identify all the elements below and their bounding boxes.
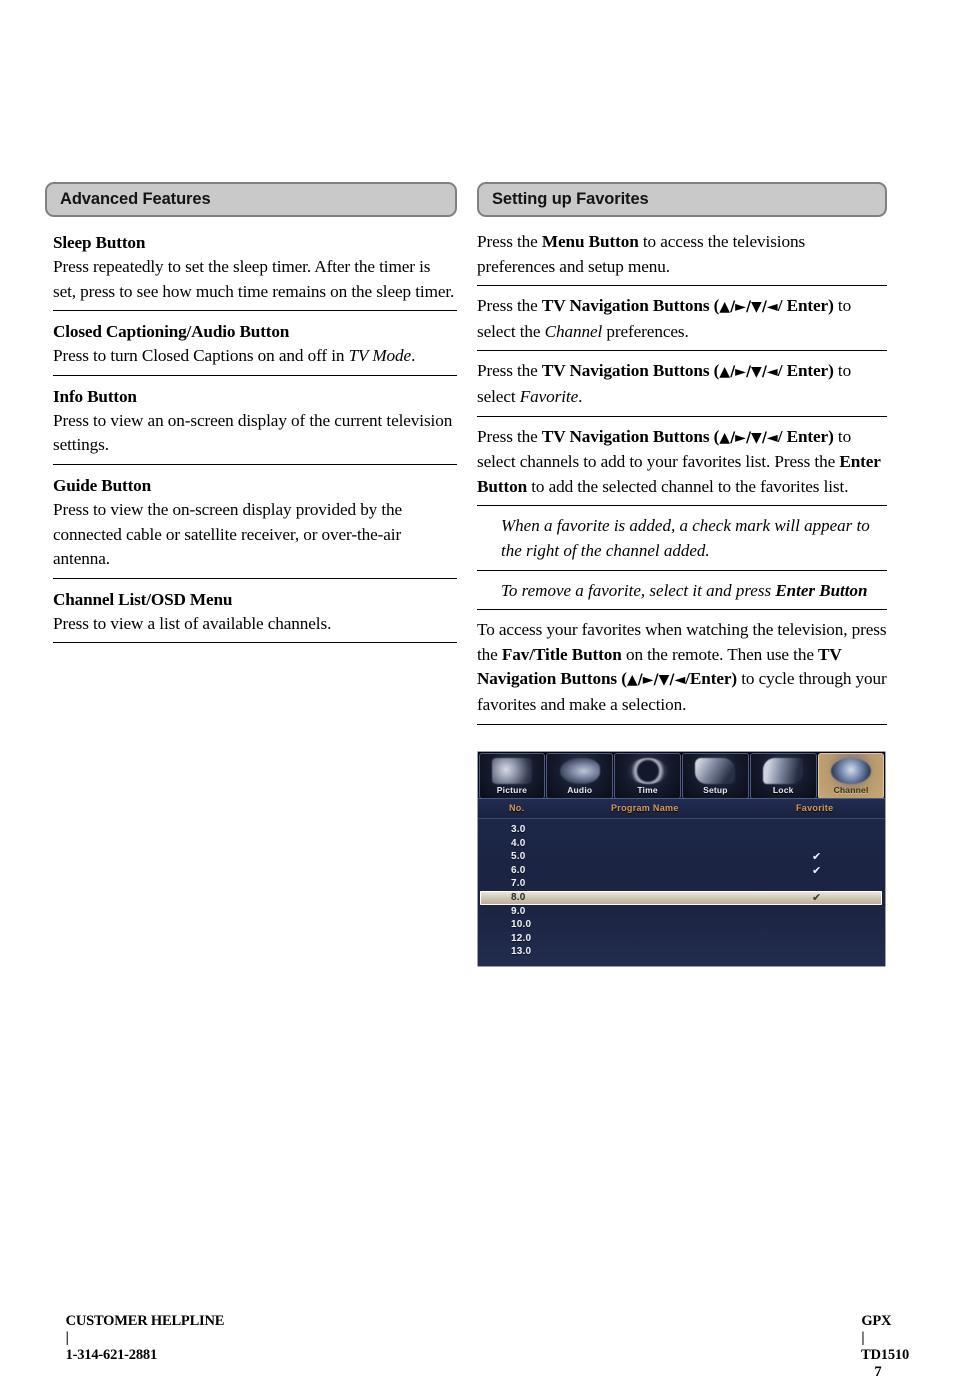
favorites-step-list: Press the Menu Button to access the tele… bbox=[477, 230, 887, 725]
favorites-step: Press the Menu Button to access the tele… bbox=[477, 230, 887, 287]
tv-channel-row[interactable]: 13.0 bbox=[478, 945, 885, 959]
favorites-step: Press the TV Navigation Buttons (▲/►/▼/◄… bbox=[477, 425, 887, 507]
favorite-check-icon: ✔ bbox=[812, 850, 822, 863]
manual-page: Advanced Features Sleep Button Press repe… bbox=[0, 0, 954, 1380]
tv-channel-row[interactable]: 4.0 bbox=[478, 837, 885, 851]
tv-channel-number: 13.0 bbox=[511, 946, 532, 957]
feature-entry-title: Channel List/OSD Menu bbox=[53, 589, 233, 609]
footer-helpline-label: CUSTOMER HELPLINE bbox=[65, 1313, 225, 1329]
tv-menu-tab-label: Setup bbox=[703, 785, 728, 795]
feature-entry: Closed Captioning/Audio Button Press to t… bbox=[53, 320, 457, 376]
tv-menu-tab-label: Channel bbox=[833, 785, 869, 795]
tv-channel-number: 6.0 bbox=[511, 864, 526, 876]
favorite-check-icon: ✔ bbox=[812, 890, 822, 904]
footer-brand-model: GPX | TD1510 7 bbox=[841, 1296, 909, 1398]
tv-menu-tab-lock[interactable]: Lock bbox=[749, 753, 817, 799]
favorites-step-note: When a favorite is added, a check mark w… bbox=[477, 514, 887, 571]
tv-menu-tab-label: Lock bbox=[772, 785, 794, 795]
tv-channel-row[interactable]: 10.0 bbox=[478, 918, 885, 932]
footer-helpline: CUSTOMER HELPLINE | 1-314-621-2881 bbox=[45, 1296, 225, 1381]
feature-entry: Guide Button Press to view the on-screen … bbox=[53, 474, 457, 579]
picture-icon bbox=[491, 758, 532, 784]
tv-channel-row[interactable]: 3.0 bbox=[478, 823, 885, 837]
channel-icon bbox=[831, 758, 872, 784]
right-column: Setting up Favorites Press the Menu Butt… bbox=[477, 182, 887, 733]
tv-channel-row[interactable]: 12.0 bbox=[478, 932, 885, 946]
tv-channel-number: 9.0 bbox=[511, 905, 526, 917]
feature-entry-title: Closed Captioning/Audio Button bbox=[53, 322, 290, 342]
footer-separator-left: | bbox=[65, 1330, 69, 1346]
tv-channel-number: 4.0 bbox=[511, 837, 526, 849]
favorites-step-note: To remove a favorite, select it and pres… bbox=[477, 579, 887, 611]
tv-channel-row[interactable]: 9.0 bbox=[478, 905, 885, 919]
page-footer: CUSTOMER HELPLINE | 1-314-621-2881 GPX |… bbox=[45, 1296, 910, 1398]
feature-entry-body: Press to view an on-screen display of th… bbox=[53, 410, 453, 455]
tv-channel-number: 3.0 bbox=[511, 824, 526, 835]
tv-channel-number: 7.0 bbox=[511, 878, 526, 889]
feature-entry-title: Sleep Button bbox=[53, 233, 146, 252]
advanced-features-entry-list: Sleep Button Press repeatedly to set the … bbox=[53, 231, 457, 644]
lock-icon bbox=[763, 758, 804, 784]
tv-channel-row-list: 3.0 4.0 5.0 ✔ 6.0 ✔ 7.0 8.0 ✔ 9.0 10.0 12.0 13.0 bbox=[478, 819, 885, 959]
tv-channel-row[interactable]: 6.0 ✔ bbox=[478, 864, 885, 878]
left-column: Advanced Features Sleep Button Press repe… bbox=[45, 182, 457, 652]
footer-page-number: 7 bbox=[874, 1364, 882, 1380]
section-header-advanced-features: Advanced Features bbox=[45, 182, 457, 217]
footer-brand: GPX bbox=[861, 1313, 892, 1329]
footer-phone-number: 1-314-621-2881 bbox=[65, 1347, 158, 1363]
tv-menu-tab-label: Time bbox=[637, 785, 658, 795]
tv-osd-screenshot: Picture Audio Time Setup Lock Channel No. Pro… bbox=[478, 752, 885, 966]
tv-channel-number: 10.0 bbox=[511, 919, 532, 930]
tv-menu-tab-time[interactable]: Time bbox=[614, 753, 681, 799]
column-header-no: No. bbox=[509, 803, 525, 813]
section-header-setting-up-favorites: Setting up Favorites bbox=[477, 182, 887, 217]
footer-model: TD1510 bbox=[861, 1347, 909, 1363]
tv-channel-row-selected[interactable]: 8.0 ✔ bbox=[480, 890, 882, 905]
feature-entry-title: Guide Button bbox=[53, 475, 152, 495]
tv-menu-tab-channel[interactable]: Channel bbox=[817, 753, 885, 799]
favorites-step: Press the TV Navigation Buttons (▲/►/▼/◄… bbox=[477, 294, 887, 352]
favorites-step: To access your favorites when watching t… bbox=[477, 618, 887, 725]
tv-channel-panel: No. Program Name Favorite 3.0 4.0 5.0 ✔ 6.0 ✔… bbox=[478, 798, 885, 966]
audio-icon bbox=[559, 758, 600, 784]
favorite-check-icon: ✔ bbox=[812, 863, 822, 877]
feature-entry: Info Button Press to view an on-screen di… bbox=[53, 385, 457, 465]
tv-channel-number: 12.0 bbox=[511, 932, 532, 944]
feature-entry-body: Press repeatedly to set the sleep timer.… bbox=[53, 257, 455, 301]
tv-channel-number: 8.0 bbox=[511, 891, 526, 903]
tv-menu-tab-label: Picture bbox=[496, 785, 528, 795]
feature-entry-body: Press to view a list of available channe… bbox=[53, 613, 332, 633]
clock-icon bbox=[627, 758, 668, 784]
tv-menu-tab-bar: Picture Audio Time Setup Lock Channel bbox=[478, 752, 885, 799]
footer-separator-right: | bbox=[861, 1330, 865, 1346]
tv-menu-tab-setup[interactable]: Setup bbox=[681, 753, 749, 799]
tv-column-header-row: No. Program Name Favorite bbox=[478, 799, 885, 819]
feature-entry: Channel List/OSD Menu Press to view a lis… bbox=[53, 588, 457, 644]
feature-entry-body: Press to view the on-screen display prov… bbox=[53, 499, 403, 569]
feature-entry-body: Press to turn Closed Captions on and off… bbox=[53, 346, 416, 366]
column-header-favorite: Favorite bbox=[796, 803, 834, 813]
tv-channel-number: 5.0 bbox=[511, 851, 526, 862]
tv-channel-row[interactable]: 7.0 bbox=[478, 877, 885, 891]
favorites-step: Press the TV Navigation Buttons (▲/►/▼/◄… bbox=[477, 359, 887, 417]
tv-channel-row[interactable]: 5.0 ✔ bbox=[478, 850, 885, 864]
tv-menu-tab-label: Audio bbox=[567, 785, 593, 795]
tv-menu-tab-picture[interactable]: Picture bbox=[478, 753, 546, 799]
column-header-program-name: Program Name bbox=[611, 803, 679, 813]
feature-entry: Sleep Button Press repeatedly to set the … bbox=[53, 231, 457, 312]
tv-menu-tab-audio[interactable]: Audio bbox=[546, 753, 614, 799]
feature-entry-title: Info Button bbox=[53, 386, 137, 406]
setup-icon bbox=[695, 758, 736, 784]
